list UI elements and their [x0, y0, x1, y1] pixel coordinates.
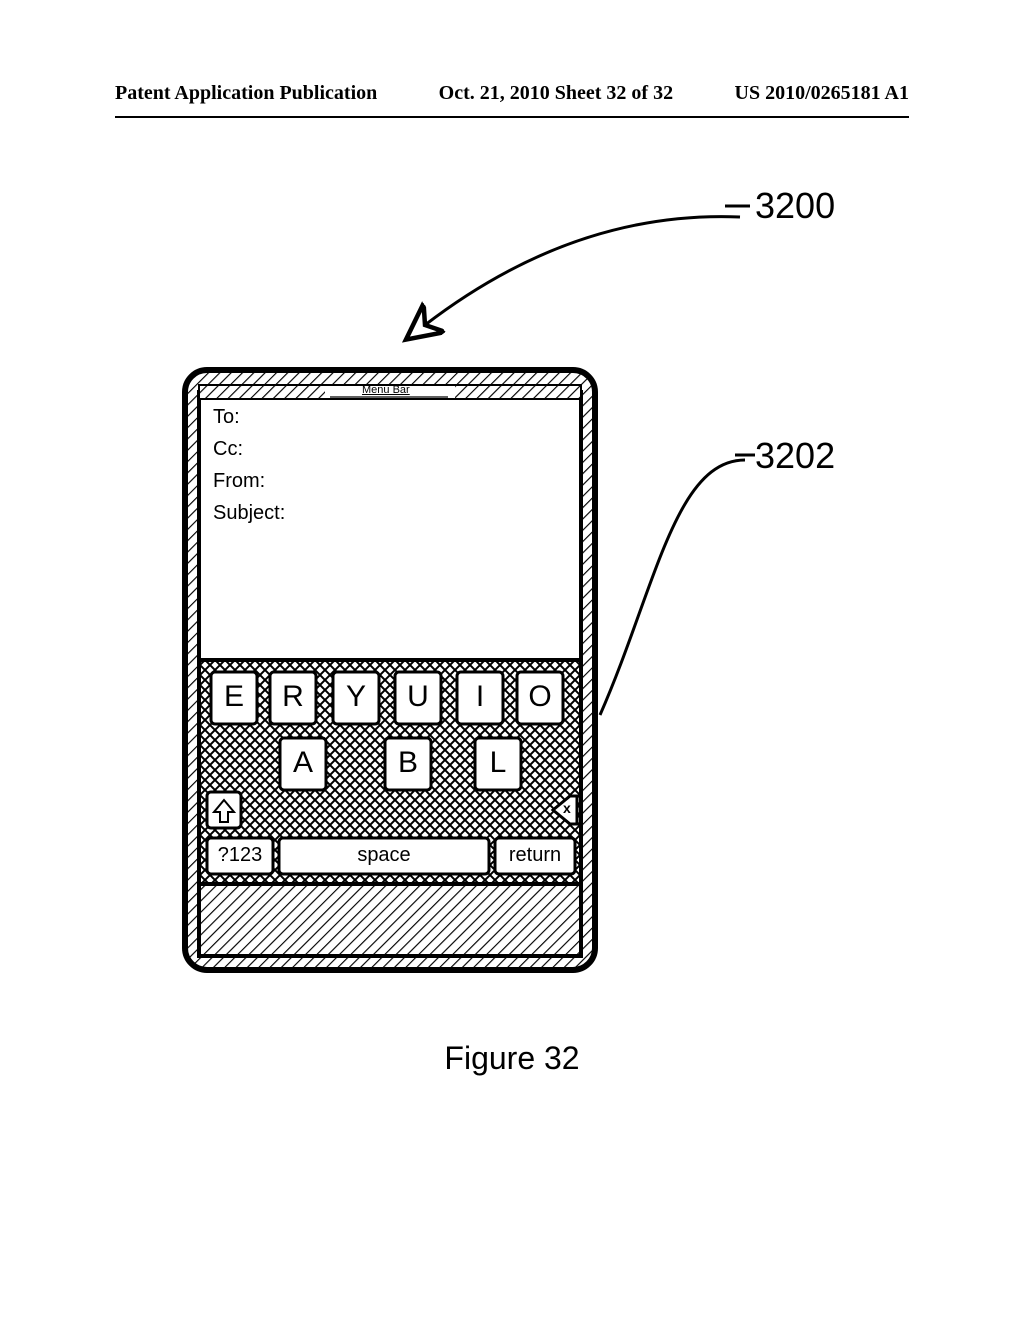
key-I: I — [457, 680, 503, 714]
key-U: U — [395, 680, 441, 714]
key-B: B — [385, 746, 431, 780]
page-header: Patent Application Publication Oct. 21, … — [115, 82, 909, 118]
field-from: From: — [213, 470, 265, 493]
field-to: To: — [213, 406, 240, 429]
figure-caption: Figure 32 — [115, 1040, 909, 1077]
key-O: O — [517, 680, 563, 714]
key-return: return — [495, 844, 575, 867]
device-drawing — [115, 160, 909, 1035]
key-R: R — [270, 680, 316, 714]
field-subject: Subject: — [213, 502, 285, 525]
menu-bar-label: Menu Bar — [362, 384, 410, 396]
key-mode: ?123 — [207, 844, 273, 867]
figure-32: 3200 3202 — [115, 160, 909, 1160]
header-right: US 2010/0265181 A1 — [735, 82, 909, 112]
field-cc: Cc: — [213, 438, 243, 461]
page: Patent Application Publication Oct. 21, … — [0, 0, 1024, 1320]
key-L: L — [475, 746, 521, 780]
key-E: E — [211, 680, 257, 714]
key-space: space — [279, 844, 489, 867]
header-center: Oct. 21, 2010 Sheet 32 of 32 — [439, 82, 673, 112]
header-left: Patent Application Publication — [115, 82, 377, 112]
backspace-icon: x — [563, 800, 571, 816]
key-A: A — [280, 746, 326, 780]
key-Y: Y — [333, 680, 379, 714]
